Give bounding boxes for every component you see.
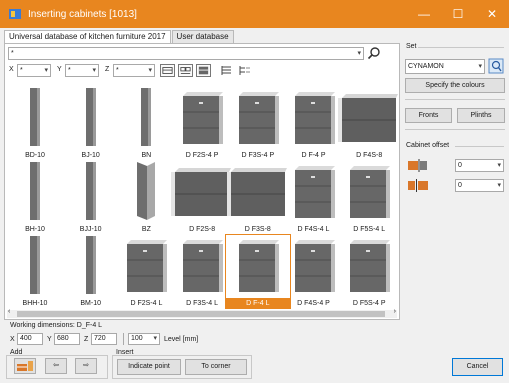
z-filter-combo[interactable]: * ▾	[113, 64, 155, 77]
cabinet-item[interactable]: D F5S-4 P	[336, 234, 402, 309]
list-view-icon[interactable]	[219, 64, 234, 77]
specify-colours-button[interactable]: Specify the colours	[405, 78, 505, 93]
x-filter-label: X	[9, 66, 14, 73]
move-right-button[interactable]: ⇨	[75, 358, 97, 374]
chevron-down-icon: ▾	[478, 63, 482, 70]
offset-right-icon	[408, 179, 428, 192]
panel-divider	[405, 129, 505, 130]
dim-y-label: Y	[47, 336, 52, 343]
plinths-button[interactable]: Plinths	[457, 108, 505, 123]
arrow-right-icon: ⇨	[83, 362, 89, 369]
y-filter-value: *	[68, 67, 71, 74]
offset-combo-1[interactable]: 0 ▾	[455, 159, 504, 172]
chevron-down-icon: ▾	[153, 335, 157, 342]
y-filter-label: Y	[57, 66, 62, 73]
scroll-right-icon[interactable]: ›	[394, 308, 396, 315]
cabinet-thumbnail	[338, 94, 399, 142]
catalog-panel: * ▾ X * ▾ Y * ▾ Z * ▾ BD-10 BJ-10 BN D F2S-…	[4, 43, 400, 320]
scroll-thumb[interactable]	[17, 311, 385, 317]
cabinet-thumbnail	[350, 240, 391, 292]
level-combo[interactable]: 100 ▾	[128, 333, 160, 345]
chevron-down-icon: ▾	[497, 182, 501, 189]
cabinet-label: D F5S-4 P	[352, 300, 386, 307]
offset-combo-2[interactable]: 0 ▾	[455, 179, 504, 192]
set-label: Set	[406, 43, 417, 50]
tree-view-icon[interactable]	[237, 64, 252, 77]
database-tabs: Universal database of kitchen furniture …	[4, 30, 235, 43]
view-detail-icon[interactable]	[196, 64, 211, 77]
cabinet-grid: BD-10 BJ-10 BN D F2S-4 PD F3S-4 PD F-4 PD F…	[7, 84, 399, 310]
dim-x-input[interactable]: 400	[17, 333, 43, 345]
window-title: Inserting cabinets [1013]	[28, 8, 137, 20]
x-filter-combo[interactable]: * ▾	[17, 64, 51, 77]
path-filter-combo[interactable]: * ▾	[8, 47, 364, 60]
panel-divider	[405, 99, 505, 100]
y-filter-combo[interactable]: * ▾	[65, 64, 99, 77]
level-value: 100	[131, 335, 143, 342]
dim-separator	[123, 333, 124, 345]
path-filter-value: *	[11, 50, 14, 57]
arrow-left-icon: ⇦	[53, 362, 59, 369]
maximize-button[interactable]: ☐	[441, 0, 475, 28]
indicate-point-button[interactable]: Indicate point	[117, 359, 181, 375]
cabinet-offset-label: Cabinet offset	[406, 142, 450, 149]
z-filter-value: *	[116, 67, 119, 74]
add-cabinet-button[interactable]	[14, 358, 36, 374]
offset-left-icon	[408, 159, 427, 172]
app-icon	[9, 9, 21, 19]
dim-y-input[interactable]: 680	[54, 333, 80, 345]
dim-x-label: X	[10, 336, 15, 343]
chevron-down-icon: ▾	[497, 162, 501, 169]
search-icon[interactable]	[367, 46, 381, 60]
set-divider	[418, 47, 504, 48]
options-panel: Set CYNAMON ▾ Specify the colours Fronts…	[402, 43, 505, 320]
chevron-down-icon: ▾	[148, 67, 152, 74]
view-large-icon[interactable]	[160, 64, 175, 77]
set-preview-icon[interactable]	[488, 58, 504, 74]
offset-divider	[455, 146, 504, 147]
tab-universal-database[interactable]: Universal database of kitchen furniture …	[4, 30, 171, 43]
set-value: CYNAMON	[408, 63, 444, 70]
set-combo[interactable]: CYNAMON ▾	[405, 59, 485, 74]
z-filter-label: Z	[105, 66, 110, 73]
scroll-left-icon[interactable]: ‹	[8, 308, 10, 315]
working-dimensions-label: Working dimensions: D_F-4 L	[10, 322, 103, 329]
fronts-button[interactable]: Fronts	[405, 108, 452, 123]
horizontal-scrollbar[interactable]: ‹ ›	[7, 308, 397, 318]
tab-user-database[interactable]: User database	[171, 30, 234, 43]
chevron-down-icon: ▾	[92, 67, 96, 74]
cabinet-add-icon	[17, 361, 33, 371]
dim-z-input[interactable]: 720	[91, 333, 117, 345]
level-label: Level [mm]	[164, 336, 199, 343]
cancel-button[interactable]: Cancel	[452, 358, 503, 376]
offset-value-2: 0	[458, 182, 462, 189]
cabinet-thumbnail	[350, 166, 391, 218]
close-button[interactable]: ✕	[475, 0, 509, 28]
cabinet-item[interactable]: D F5S-4 L	[336, 160, 402, 235]
to-corner-button[interactable]: To corner	[185, 359, 247, 375]
view-medium-icon[interactable]	[178, 64, 193, 77]
x-filter-value: *	[20, 67, 23, 74]
move-left-button[interactable]: ⇦	[45, 358, 67, 374]
cabinet-item[interactable]: D F4S-8	[336, 86, 402, 161]
chevron-down-icon: ▾	[357, 50, 361, 57]
dim-z-label: Z	[84, 336, 89, 343]
offset-value-1: 0	[458, 162, 462, 169]
title-bar: Inserting cabinets [1013] — ☐ ✕	[0, 0, 509, 28]
minimize-button[interactable]: —	[407, 0, 441, 28]
chevron-down-icon: ▾	[44, 67, 48, 74]
